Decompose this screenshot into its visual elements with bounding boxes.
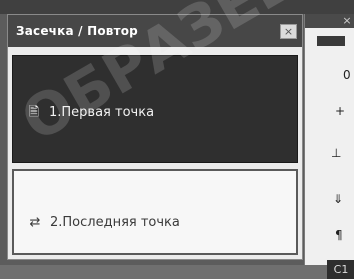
- menu-item-first-point-label: 1.Первая точка: [49, 105, 155, 120]
- side-status-panel: × 0 + ⊥ ⇓ ¶ C1: [304, 14, 354, 279]
- side-glyph-plus: +: [335, 104, 346, 118]
- resection-repeat-dialog: Засечка / Повтор × 🗎 1.Первая точка ⇄ 2.…: [7, 14, 303, 260]
- side-panel-close-icon[interactable]: ×: [339, 14, 354, 28]
- device-top-strip: [0, 0, 354, 14]
- document-icon: 🗎: [28, 105, 40, 120]
- repeat-arrows-icon: ⇄: [29, 215, 41, 230]
- dialog-title: Засечка / Повтор: [16, 24, 138, 38]
- menu-item-first-point[interactable]: 🗎 1.Первая точка: [12, 55, 298, 163]
- dialog-close-button[interactable]: ×: [280, 24, 297, 39]
- side-glyph-zero: 0: [343, 68, 351, 82]
- dialog-titlebar: Засечка / Повтор ×: [8, 15, 302, 47]
- battery-icon: [317, 36, 345, 46]
- side-glyph-paragraph: ¶: [335, 228, 343, 242]
- side-panel-c1-button[interactable]: C1: [327, 260, 354, 279]
- menu-item-last-point-label: 2.Последняя точка: [50, 215, 180, 230]
- side-glyph-perpendicular: ⊥: [331, 146, 342, 160]
- side-glyph-arrow: ⇓: [333, 192, 344, 206]
- menu-item-last-point[interactable]: ⇄ 2.Последняя точка: [12, 169, 298, 255]
